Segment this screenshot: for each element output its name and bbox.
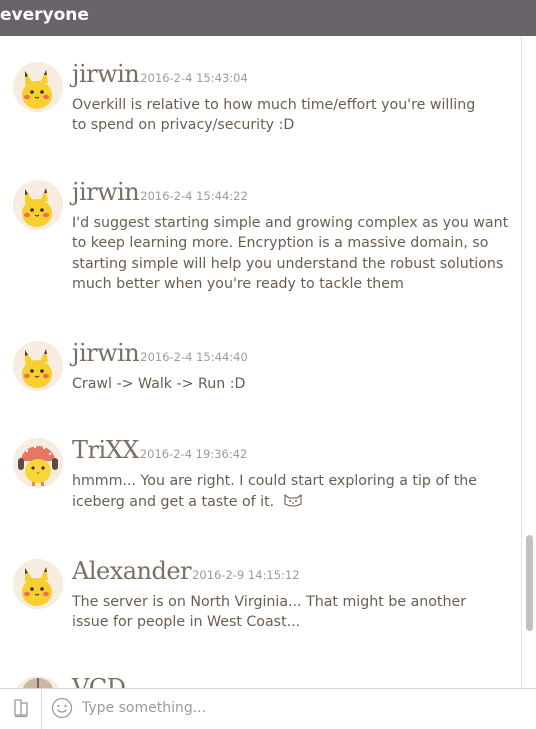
attach-button[interactable] — [0, 689, 42, 729]
message-composer — [0, 688, 536, 729]
smiley-icon — [51, 697, 73, 719]
message-username[interactable]: jirwin — [72, 339, 140, 367]
message-username[interactable]: jirwin — [72, 60, 140, 88]
message-list-scrollbar[interactable] — [521, 36, 536, 688]
message-line: to keep learning more. Encryption is a m… — [72, 235, 489, 252]
parasol-avatar[interactable] — [13, 676, 63, 688]
message-text: hmmm... You are right. I could start exp… — [72, 471, 518, 514]
message-line: much better when you're ready to tackle … — [72, 275, 404, 292]
channel-title: everyone — [0, 5, 89, 25]
message-line: Overkill is relative to how much time/ef… — [72, 97, 476, 113]
message-line: The server is on North Virginia... That … — [72, 594, 467, 610]
pikachu-avatar[interactable] — [13, 559, 63, 609]
message-timestamp: 2016-2-4 15:44:40 — [140, 350, 248, 364]
message-username[interactable]: TriXX — [72, 436, 139, 464]
message-line: issue for people in West Coast... — [72, 614, 301, 631]
message-text: I'd suggest starting simple and growing … — [72, 213, 518, 294]
message-username[interactable]: jirwin — [72, 178, 140, 206]
message-text: The server is on North Virginia... That … — [72, 592, 518, 633]
message-timestamp: 2016-2-9 14:15:12 — [192, 568, 300, 582]
scrollbar-thumb[interactable] — [526, 535, 533, 631]
message-text: Crawl -> Walk -> Run :D — [72, 374, 518, 394]
attach-icon — [14, 699, 28, 718]
message-text: Overkill is relative to how much time/ef… — [72, 95, 518, 136]
message-timestamp: 2016-2-4 15:44:22 — [140, 189, 248, 203]
message-timestamp: 2016-2-4 19:36:42 — [139, 447, 248, 461]
message-username[interactable]: Alexander — [72, 557, 192, 585]
message-username[interactable]: VCD — [72, 674, 126, 688]
message-input[interactable] — [82, 695, 522, 721]
message-line: hmmm... You are right. I could start exp… — [72, 473, 477, 489]
pikachu-avatar[interactable] — [13, 341, 63, 391]
message-timestamp: 2016-2-4 15:43:04 — [140, 71, 248, 85]
message-line: to spend on privacy/security :D — [72, 117, 295, 134]
message-list[interactable]: jirwin2016-2-4 15:43:04 Overkill is rela… — [0, 36, 521, 688]
message-line: iceberg and get a taste of it. — [72, 491, 518, 513]
message-line: Crawl -> Walk -> Run :D — [72, 376, 246, 392]
emoji-button[interactable] — [51, 697, 73, 719]
cat-face-icon — [282, 491, 304, 513]
chick-headphones-avatar[interactable] — [13, 438, 63, 488]
message-line: I'd suggest starting simple and growing … — [72, 215, 509, 231]
pikachu-avatar[interactable] — [13, 62, 63, 112]
channel-header: everyone — [0, 0, 536, 36]
pikachu-avatar[interactable] — [13, 180, 63, 230]
message-line-text: iceberg and get a taste of it. — [72, 494, 275, 511]
message-line: starting simple will help you understand… — [72, 255, 504, 272]
